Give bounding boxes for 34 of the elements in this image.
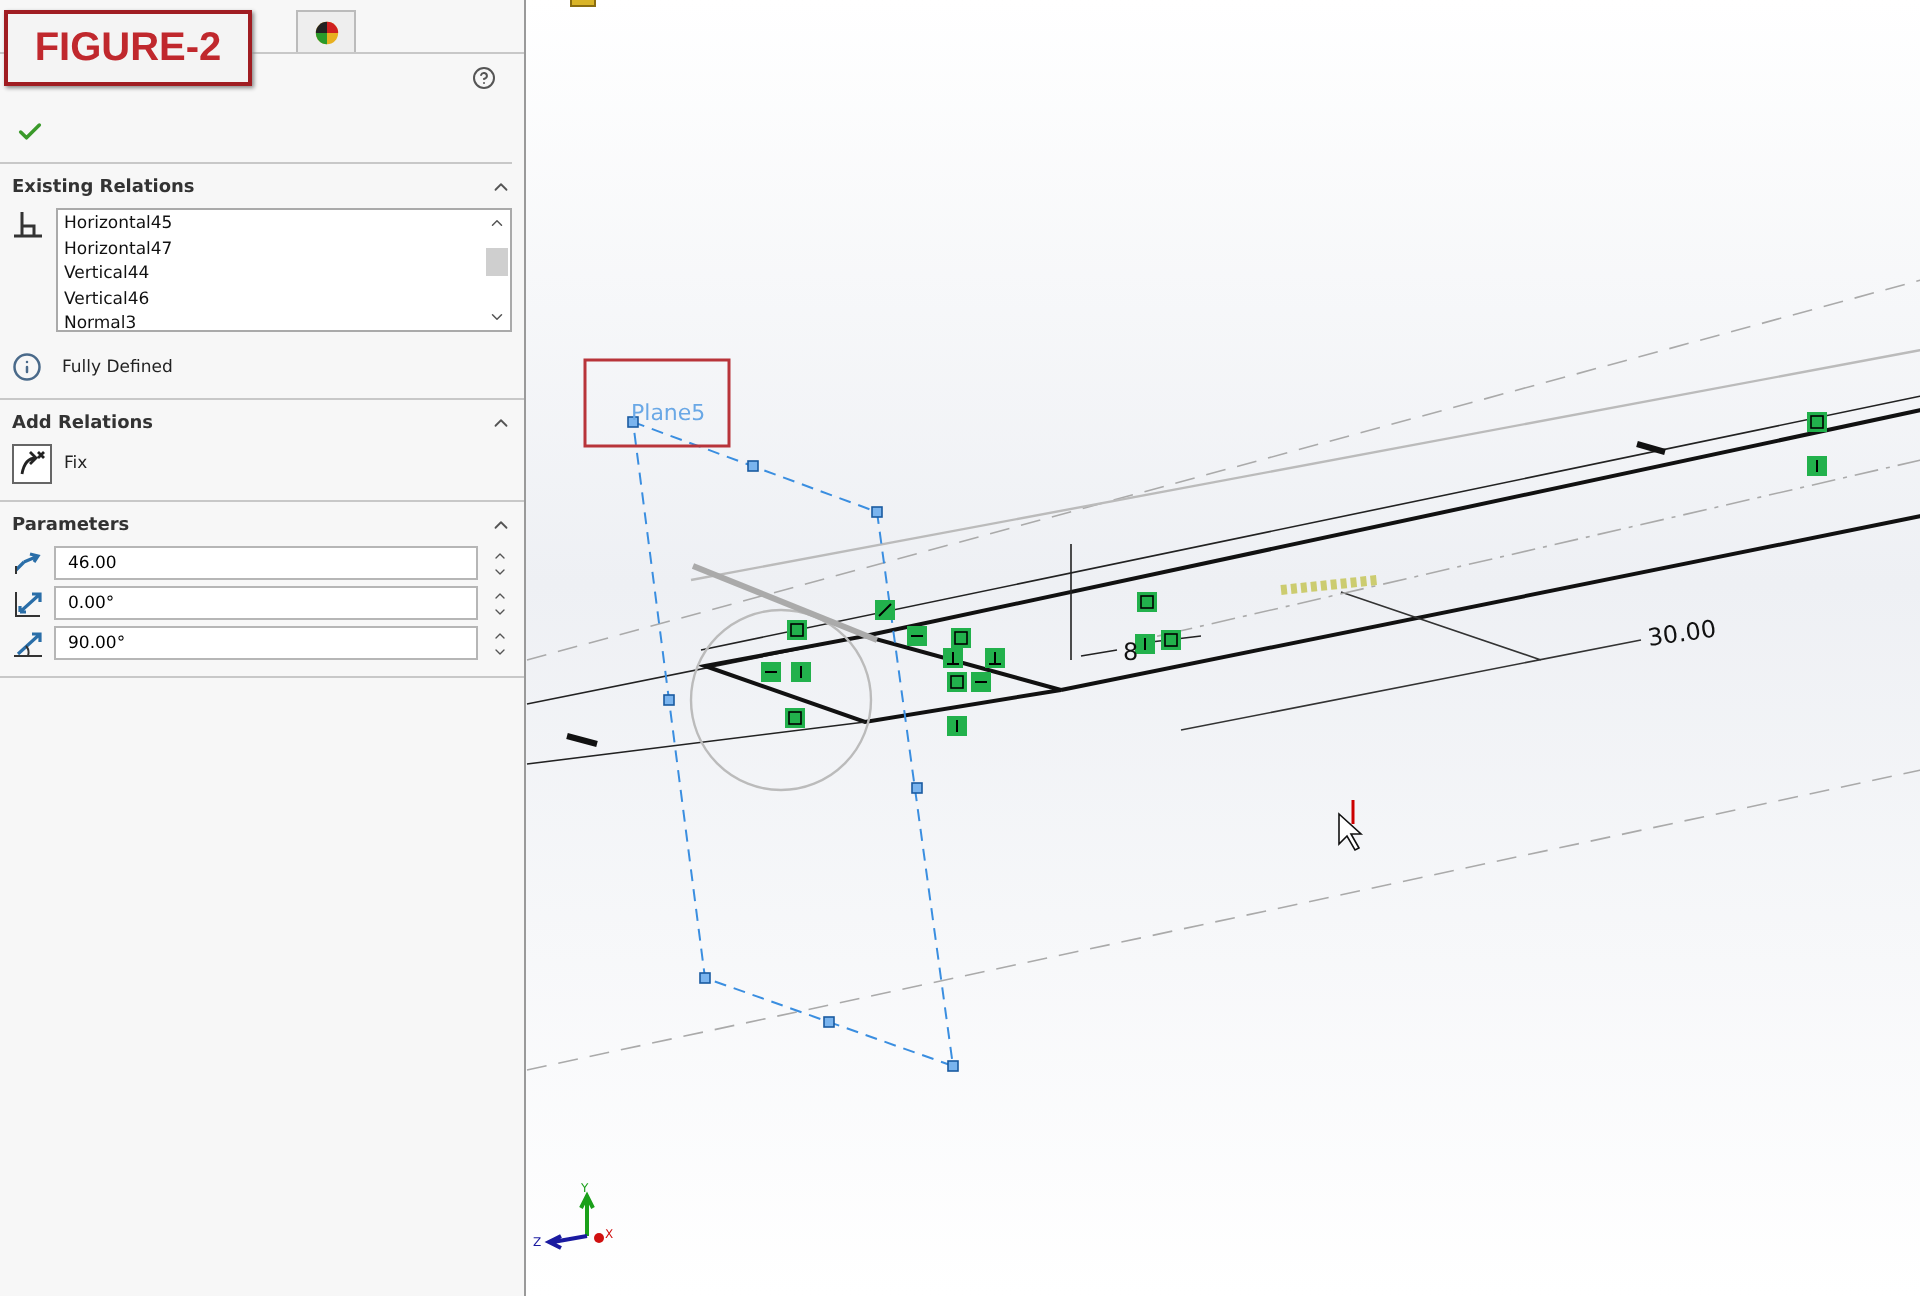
- relation-item[interactable]: Vertical46: [64, 287, 478, 312]
- info-icon: [12, 352, 42, 382]
- angle-icon: [12, 589, 44, 617]
- axis-triad-icon: [544, 1191, 604, 1250]
- relation-icon: [12, 208, 44, 240]
- color-wheel-icon: [313, 19, 339, 45]
- scroll-down-icon[interactable]: [488, 308, 506, 326]
- parameter-field[interactable]: 46.00: [54, 546, 478, 580]
- parameter-field[interactable]: 90.00°: [54, 626, 478, 660]
- section-title: Add Relations: [12, 413, 154, 433]
- relation-item[interactable]: Horizontal45: [64, 212, 478, 237]
- distance-icon: [12, 549, 44, 577]
- section-title: Existing Relations: [12, 177, 195, 197]
- relation-label: Fix: [64, 454, 88, 474]
- dimension-text: 30.00: [1645, 614, 1718, 652]
- angle-icon: [12, 629, 44, 657]
- figure-label: FIGURE-2: [4, 10, 252, 86]
- help-icon[interactable]: [472, 66, 496, 90]
- relation-item[interactable]: Normal3: [64, 312, 478, 330]
- relation-item[interactable]: Horizontal47: [64, 237, 478, 262]
- cursor-icon: [1338, 800, 1364, 852]
- ok-icon[interactable]: [16, 118, 44, 146]
- relations-list[interactable]: Horizontal45 Horizontal47 Vertical44 Vertical46 Normal3: [56, 208, 512, 332]
- appearance-tab[interactable]: [296, 10, 356, 52]
- relation-item[interactable]: Vertical44: [64, 262, 478, 287]
- section-title: Parameters: [12, 515, 130, 535]
- parameter-field[interactable]: 0.00°: [54, 586, 478, 620]
- plane-label: Plane5: [631, 400, 706, 426]
- scroll-up-icon[interactable]: [488, 214, 506, 232]
- tree-item-icon: [570, 0, 596, 7]
- scrollbar-thumb[interactable]: [486, 248, 508, 276]
- dimension-text: 8: [1123, 638, 1139, 666]
- fix-button[interactable]: [12, 444, 52, 484]
- status-text: Fully Defined: [62, 357, 173, 377]
